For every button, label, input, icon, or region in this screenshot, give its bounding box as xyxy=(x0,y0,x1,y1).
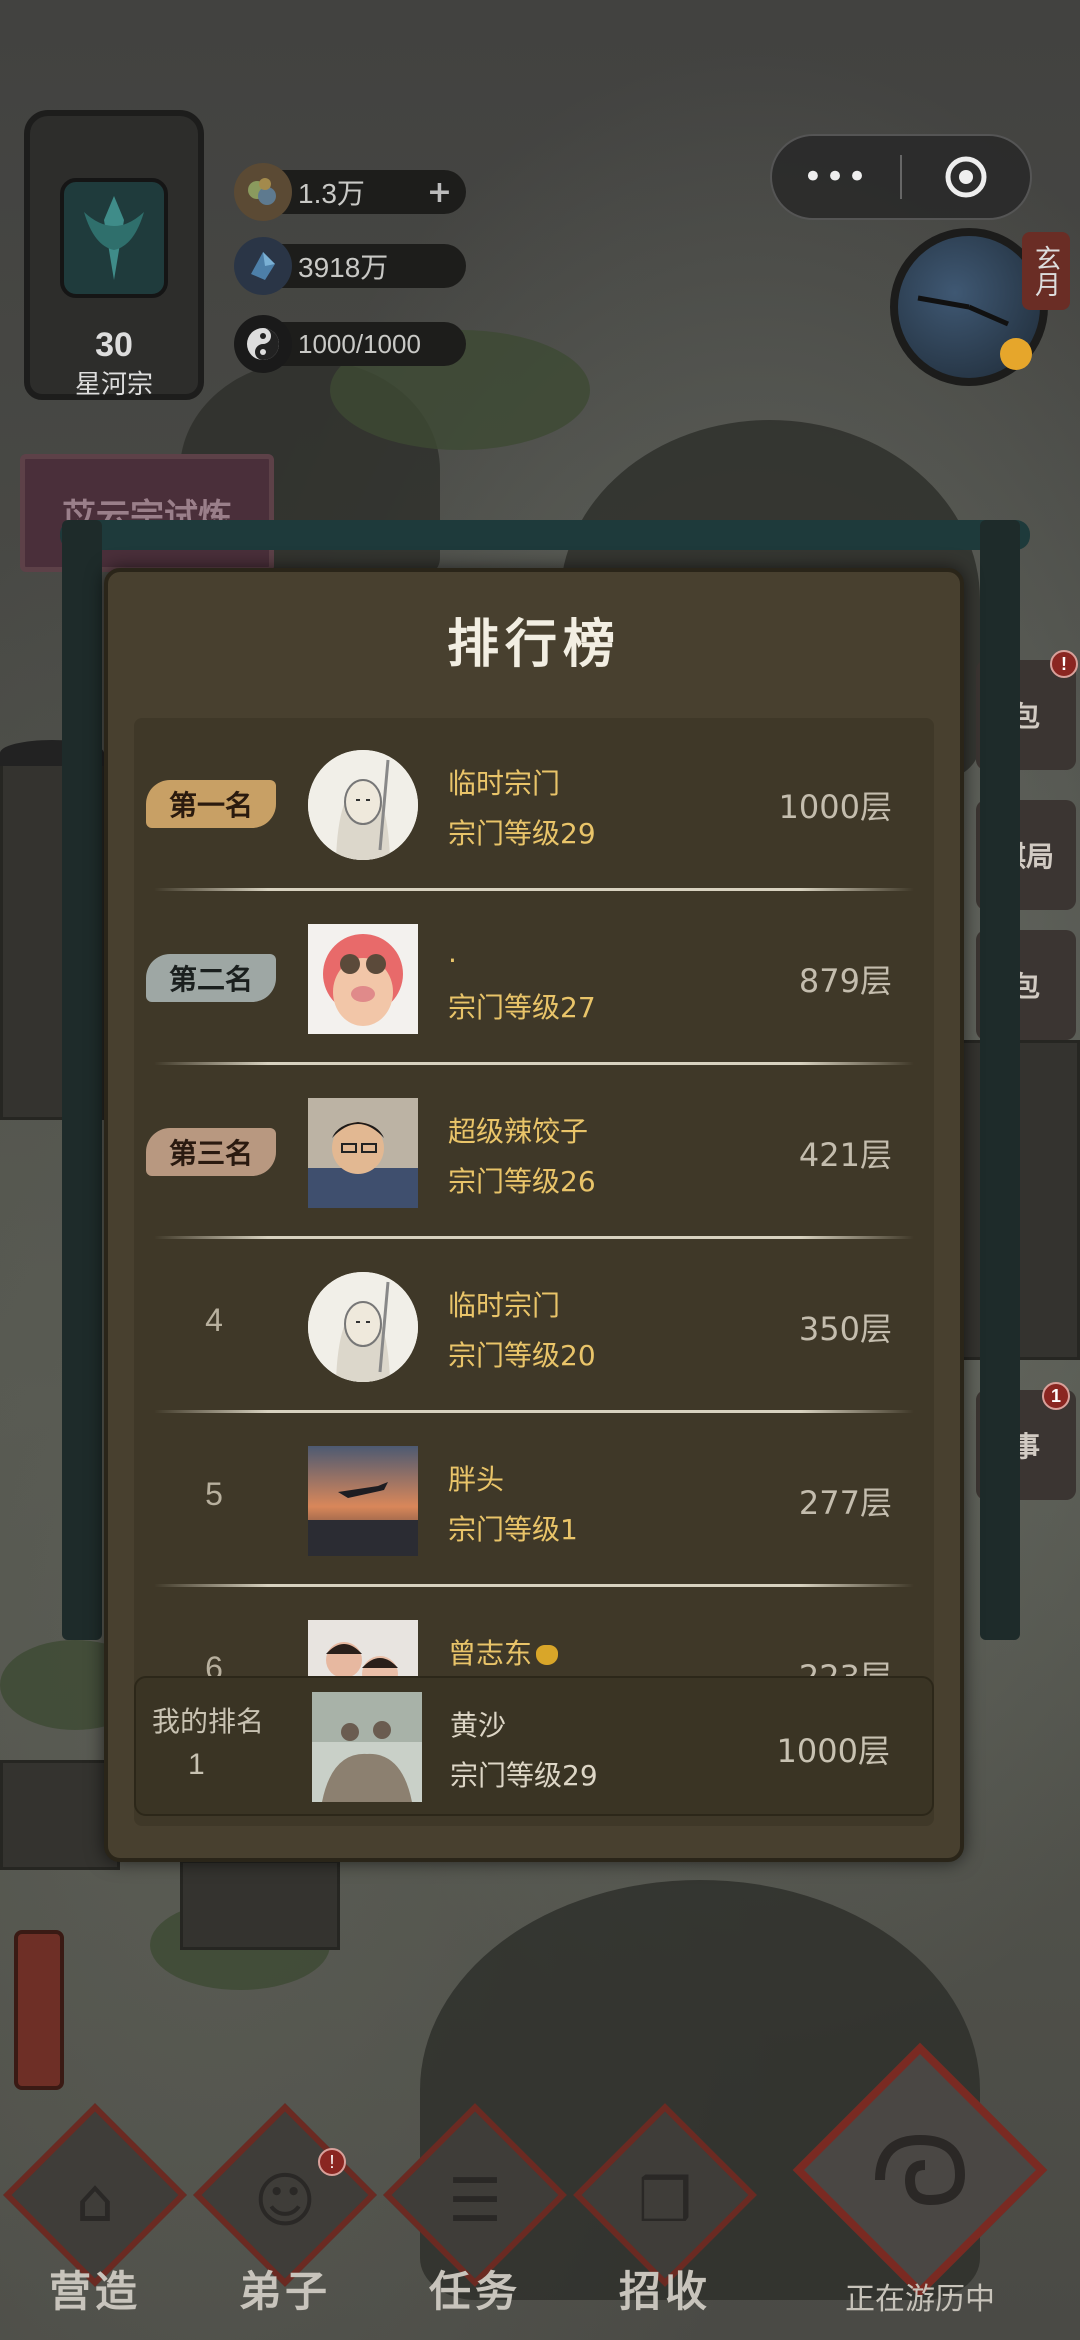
avatar xyxy=(308,750,418,860)
resource-crystal: 3918万 xyxy=(234,237,466,295)
gate-column-left xyxy=(62,520,102,1640)
leaderboard-list[interactable]: 第一名 临时宗门 宗门等级29 1000层 第二名 . 宗门等级27 879层 … xyxy=(134,718,934,1826)
floor-count: 350层 xyxy=(798,1310,892,1348)
more-menu-button[interactable]: ••• xyxy=(772,157,900,197)
notification-badge: ! xyxy=(318,2148,346,2176)
sect-name: . xyxy=(448,936,457,969)
resource-yin-yang: 1000/1000 xyxy=(234,315,466,373)
leaderboard-row[interactable]: 第二名 . 宗门等级27 879层 xyxy=(134,892,934,1064)
row-divider xyxy=(154,1062,914,1065)
row-divider xyxy=(154,1584,914,1587)
nav-build[interactable]: ⌂ 营造 xyxy=(0,2103,190,2330)
floor-count: 1000层 xyxy=(778,788,892,826)
avatar xyxy=(308,1098,418,1208)
my-sect-name: 黄沙 xyxy=(450,1709,507,1742)
target-close-icon xyxy=(945,156,987,198)
sect-name: 星河宗 xyxy=(74,370,153,400)
resource-spirit-stone[interactable]: 1.3万 + xyxy=(234,163,466,221)
leaderboard-row[interactable]: 4 临时宗门 宗门等级20 350层 xyxy=(134,1240,934,1412)
disciple-icon: ☺ xyxy=(253,2166,317,2236)
floor-count: 879层 xyxy=(798,962,892,1000)
sect-emblem-icon xyxy=(60,178,168,298)
sect-level: 宗门等级29 xyxy=(448,817,596,850)
nav-tasks[interactable]: ☰ 任务 xyxy=(380,2103,570,2330)
rank-number: 4 xyxy=(205,1302,223,1338)
sect-name: 超级辣饺子 xyxy=(448,1115,589,1148)
my-rank-card[interactable]: 我的排名 1 黄沙 宗门等级29 1000层 xyxy=(134,1676,934,1816)
row-divider xyxy=(154,1410,914,1413)
spirit-stone-icon xyxy=(234,163,292,221)
yin-yang-value: 1000/1000 xyxy=(298,328,421,359)
mini-program-capsule: ••• xyxy=(770,134,1032,220)
my-sect-level: 宗门等级29 xyxy=(450,1759,598,1792)
scroll-icon[interactable] xyxy=(14,1930,64,2090)
crystal-value: 3918万 xyxy=(298,252,389,283)
yin-yang-icon xyxy=(234,315,292,373)
sect-name: 曾志东 xyxy=(448,1632,559,1672)
row-divider xyxy=(154,1236,914,1239)
crystal-icon xyxy=(234,237,292,295)
rank-badge-first: 第一名 xyxy=(146,780,276,828)
nav-recruit[interactable]: ❒ 招收 xyxy=(570,2103,760,2330)
nav-label: 任务 xyxy=(428,2267,521,2316)
travel-status-label: 正在游历中 xyxy=(845,2282,995,2317)
nav-label: 营造 xyxy=(48,2267,141,2316)
cloud-swirl-icon xyxy=(875,2134,966,2206)
clock-hands-icon xyxy=(917,295,1032,370)
nav-label: 招收 xyxy=(618,2267,711,2316)
modal-title: 排行榜 xyxy=(446,614,621,675)
gate-column-right xyxy=(980,520,1020,1640)
leaderboard-row[interactable]: 第三名 超级辣饺子 宗门等级26 421层 xyxy=(134,1066,934,1238)
nav-disciples[interactable]: ☺ 弟子 ! xyxy=(190,2103,380,2330)
rank-badge-second: 第二名 xyxy=(146,954,276,1002)
leaderboard-row[interactable]: 第一名 临时宗门 宗门等级29 1000层 xyxy=(134,718,934,890)
sect-trial-event-banner[interactable]: 苡云宗试炼 xyxy=(20,454,274,572)
my-rank-label: 我的排名 xyxy=(152,1705,265,1738)
rank-badge-third: 第三名 xyxy=(146,1128,276,1176)
cat-emoji-icon xyxy=(536,1645,559,1665)
sect-level: 宗门等级27 xyxy=(448,991,596,1024)
add-spirit-stone-button[interactable]: + xyxy=(427,175,452,210)
pavilion-icon: ⌂ xyxy=(75,2166,115,2236)
sect-name: 胖头 xyxy=(448,1463,505,1496)
nav-label: 弟子 xyxy=(238,2267,331,2316)
sect-level: 宗门等级26 xyxy=(448,1165,596,1198)
spirit-stone-value: 1.3万 xyxy=(298,178,365,209)
sect-name: 临时宗门 xyxy=(448,1289,561,1322)
floor-count: 277层 xyxy=(798,1484,892,1522)
my-avatar xyxy=(312,1692,422,1802)
avatar xyxy=(308,924,418,1034)
sect-name: 临时宗门 xyxy=(448,767,561,800)
notification-badge: 1 xyxy=(1042,1382,1070,1410)
leaderboard-row[interactable]: 5 胖头 宗门等级1 277层 xyxy=(134,1414,934,1586)
travel-button[interactable]: 正在游历中 xyxy=(792,2042,1048,2320)
gate-frame-top xyxy=(60,520,1030,550)
close-program-button[interactable] xyxy=(902,153,1030,201)
avatar xyxy=(308,1446,418,1556)
leaderboard-modal: 排行榜 第一名 临时宗门 宗门等级29 1000层 第二名 . 宗门等级27 8… xyxy=(104,568,964,1862)
floor-count: 421层 xyxy=(798,1136,892,1174)
sect-level: 宗门等级20 xyxy=(448,1339,596,1372)
my-rank-number: 1 xyxy=(188,1748,205,1781)
avatar xyxy=(308,1272,418,1382)
sect-level: 30 xyxy=(95,326,133,364)
moon-phase-tag: 玄月 xyxy=(1022,232,1070,310)
my-floor-count: 1000层 xyxy=(776,1732,890,1770)
member-name: 曾志东 xyxy=(448,1637,533,1670)
notification-badge: ! xyxy=(1050,650,1078,678)
rank-number: 5 xyxy=(205,1476,223,1512)
sect-badge[interactable]: 30 星河宗 xyxy=(24,110,204,400)
sect-level: 宗门等级1 xyxy=(448,1513,578,1546)
recruit-icon: ❒ xyxy=(638,2166,692,2236)
row-divider xyxy=(154,888,914,891)
scroll-icon: ☰ xyxy=(448,2166,502,2236)
